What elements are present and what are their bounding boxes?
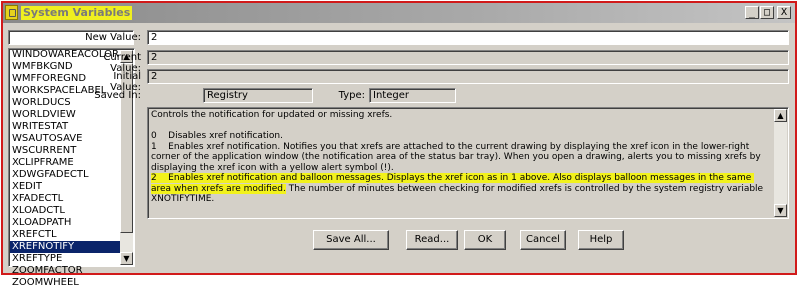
type-label: Type: (338, 90, 365, 101)
minimize-button[interactable]: _ (745, 6, 759, 19)
ok-button[interactable]: OK (464, 230, 506, 250)
variable-list-item[interactable]: XCLIPFRAME (10, 157, 122, 169)
variable-list-item[interactable]: XDWGFADECTL (10, 169, 122, 181)
title-bar[interactable]: System Variables _ □ X (3, 3, 795, 23)
maximize-button[interactable]: □ (760, 6, 774, 19)
save-all-button[interactable]: Save All... (313, 230, 389, 250)
desc-scroll-down-icon[interactable]: ▼ (774, 204, 787, 217)
description-box: Controls the notification for updated or… (147, 107, 789, 219)
variable-list-item[interactable]: WSCURRENT (10, 145, 122, 157)
saved-in-label: Saved In: (94, 90, 141, 101)
description-text: Controls the notification for updated or… (151, 110, 773, 205)
variable-list-item[interactable]: XLOADPATH (10, 217, 122, 229)
variable-list-item[interactable]: ZOOMWHEEL (10, 277, 122, 289)
type-field: Integer (369, 88, 456, 103)
description-option-1: 1 Enables xref notification. Notifies yo… (151, 141, 764, 173)
variable-list-item[interactable]: WORLDVIEW (10, 109, 122, 121)
initial-value-field: 2 (147, 69, 789, 84)
system-variables-window: System Variables _ □ X WINDOWAREACOLOR WM… (1, 1, 797, 288)
app-icon (5, 5, 18, 20)
variable-list-item[interactable]: WSAUTOSAVE (10, 133, 122, 145)
window-title: System Variables (21, 6, 133, 20)
description-intro: Controls the notification for updated or… (151, 110, 393, 120)
variable-list-item[interactable]: XLOADCTL (10, 205, 122, 217)
saved-in-field: Registry (203, 88, 313, 103)
cancel-button[interactable]: Cancel (520, 230, 566, 250)
desc-scroll-up-icon[interactable]: ▲ (774, 109, 787, 122)
scroll-down-icon[interactable]: ▼ (120, 252, 133, 265)
close-button[interactable]: X (777, 6, 791, 19)
help-button[interactable]: Help (578, 230, 624, 250)
description-option-2-highlight-a: 2 Enables xref notification and balloon … (151, 173, 554, 183)
variable-list-item[interactable]: XFADECTL (10, 193, 122, 205)
variable-list-item[interactable]: XEDIT (10, 181, 122, 193)
description-option-0: 0 Disables xref notification. (151, 131, 283, 141)
variable-list-item[interactable]: XREFCTL (10, 229, 122, 241)
new-value-label: New Value: (85, 32, 141, 43)
variable-list-item[interactable]: XREFNOTIFY (10, 241, 122, 253)
variable-list-item[interactable]: WRITESTAT (10, 121, 122, 133)
current-value-field: 2 (147, 50, 789, 65)
variable-list-item[interactable]: XREFTYPE (10, 253, 122, 265)
new-value-input[interactable]: 2 (147, 30, 789, 45)
read-button[interactable]: Read... (406, 230, 458, 250)
variable-list-item[interactable]: ZOOMFACTOR (10, 265, 122, 277)
description-scrollbar[interactable]: ▲ ▼ (774, 109, 787, 217)
